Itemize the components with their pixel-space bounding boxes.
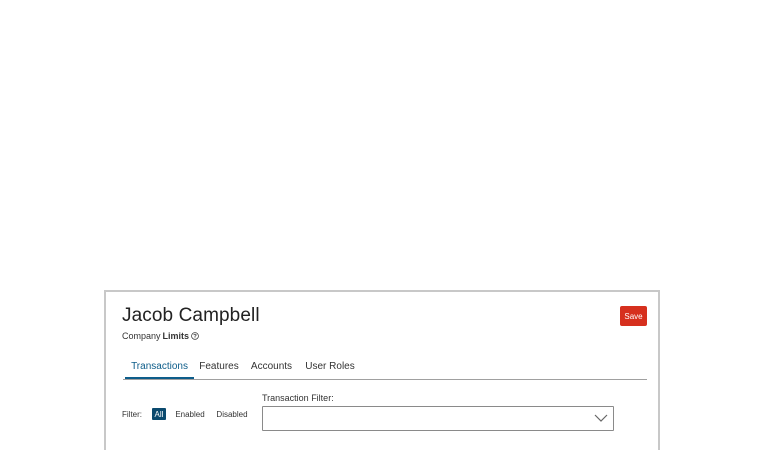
filter-label: Filter:	[122, 410, 142, 419]
filter-enabled-button[interactable]: Enabled	[175, 408, 205, 420]
subtitle-emphasis: Limits	[162, 331, 190, 341]
tab-features[interactable]: Features	[198, 353, 240, 379]
limits-panel: Jacob Campbell Company Limits Save Trans…	[104, 290, 660, 450]
filter-disabled-button[interactable]: Disabled	[216, 408, 248, 420]
filter-all-button[interactable]: All	[152, 408, 166, 420]
tab-user-roles[interactable]: User Roles	[305, 353, 355, 379]
save-button[interactable]: Save	[620, 306, 647, 326]
page-title: Jacob Campbell	[122, 305, 260, 326]
help-circle-icon[interactable]	[191, 332, 199, 340]
chevron-down-icon	[594, 414, 608, 422]
transaction-filter-label: Transaction Filter:	[262, 393, 334, 403]
page-subtitle: Company Limits	[122, 331, 199, 341]
tab-transactions[interactable]: Transactions	[125, 353, 194, 379]
transaction-filter-select[interactable]	[262, 406, 614, 431]
subtitle-prefix: Company	[122, 331, 161, 341]
tab-bar: Transactions Features Accounts User Role…	[123, 353, 647, 380]
tab-accounts[interactable]: Accounts	[250, 353, 293, 379]
